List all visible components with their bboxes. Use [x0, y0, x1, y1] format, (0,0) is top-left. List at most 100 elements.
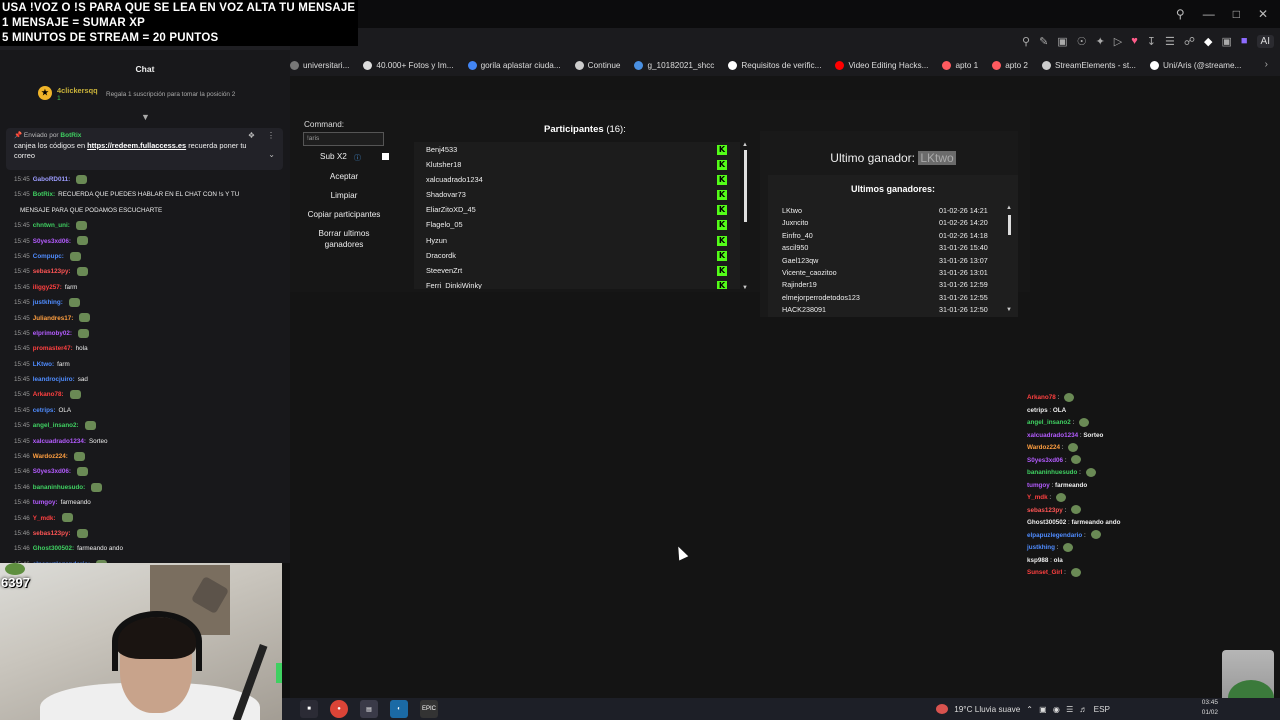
cube-icon[interactable]: ▣ [1221, 35, 1231, 48]
participant-row[interactable]: Flagelo_05 K [414, 217, 740, 232]
chevron-down-icon[interactable]: ▼ [141, 112, 150, 122]
more-icon[interactable]: ⋮ [267, 131, 275, 140]
message-user[interactable]: leandrocjuiro: [33, 376, 75, 383]
camera-icon[interactable]: ◉ [1053, 704, 1060, 714]
bookmark-item[interactable]: universitari... [290, 60, 349, 70]
message-user[interactable]: angel_insano2: [33, 422, 79, 429]
clear-button[interactable]: Limpiar [304, 190, 384, 201]
participant-row[interactable]: Dracordk K [414, 248, 740, 263]
message-user[interactable]: Y_mdk: [33, 515, 56, 522]
edit-icon[interactable]: ✎ [1039, 35, 1048, 48]
winner-row[interactable]: ascil950 31-01-26 15:40 [782, 242, 1006, 254]
unpin-icon[interactable]: ❖ [248, 131, 255, 140]
epic-games-icon[interactable]: EPIC [420, 700, 438, 718]
message-user[interactable]: cetrips: [33, 407, 56, 414]
message-user[interactable]: sebas123py: [33, 268, 71, 275]
network-icon[interactable]: ▣ [1039, 704, 1047, 714]
chevron-up-icon[interactable]: ⌃ [1026, 704, 1033, 714]
message-user[interactable]: elprimoby02: [33, 330, 72, 337]
extension-icon[interactable]: ✦ [1096, 35, 1105, 48]
wifi-icon[interactable]: ☰ [1066, 704, 1073, 714]
winner-row[interactable]: LKtwo 01-02-26 14:21 [782, 205, 1006, 217]
bookmark-item[interactable]: apto 1 [942, 60, 978, 70]
lang-indicator[interactable]: ESP [1094, 705, 1110, 714]
hype-leaderboard[interactable]: ★ 4clickersqq 1 Regala 1 suscripción par… [0, 82, 290, 112]
message-user[interactable]: xalcuadrado1234: [33, 438, 86, 445]
message-user[interactable]: Wardoz224: [33, 453, 68, 460]
copy-participants-button[interactable]: Copiar participantes [304, 209, 384, 220]
scroll-down-icon[interactable]: ▼ [742, 285, 748, 291]
bookmark-item[interactable]: Requisitos de verific... [728, 60, 821, 70]
message-user[interactable]: sebas123py: [33, 530, 71, 537]
message-user[interactable]: S0yes3xd06: [33, 468, 71, 475]
download-icon[interactable]: ↧ [1147, 35, 1156, 48]
scroll-thumb[interactable] [744, 150, 747, 222]
bookmark-item[interactable]: Video Editing Hacks... [835, 60, 928, 70]
bookmark-item[interactable]: Uni/Aris (@streame... [1149, 60, 1241, 70]
participants-scrollbar[interactable]: ▲ ▼ [742, 142, 750, 291]
store-icon[interactable]: ▤ [360, 700, 378, 718]
winner-row[interactable]: HACK238091 31-01-26 12:50 [782, 304, 1006, 316]
message-user[interactable]: bananinhuesudo: [33, 484, 85, 491]
scroll-up-icon[interactable]: ▲ [1006, 205, 1012, 211]
message-user[interactable]: Ghost300502: [33, 545, 74, 552]
scroll-thumb[interactable] [1008, 215, 1011, 235]
message-user[interactable]: Arkano78: [33, 391, 64, 398]
winner-row[interactable]: Vicente_caozitoo 31-01-26 13:01 [782, 267, 1006, 279]
winner-row[interactable]: Rajinder19 31-01-26 12:59 [782, 279, 1006, 291]
message-user[interactable]: Juliandres17: [33, 315, 74, 322]
screenshot-icon[interactable]: ▣ [1057, 35, 1067, 48]
bookmark-item[interactable]: Continue [574, 60, 620, 70]
clock[interactable]: 03:45 01/02 [1202, 698, 1218, 718]
heart-icon[interactable]: ♥ [1131, 35, 1138, 47]
bookmark-item[interactable]: apto 2 [992, 60, 1028, 70]
menu-icon[interactable]: ☰ [1165, 35, 1175, 48]
winner-row[interactable]: Einfro_40 01-02-26 14:18 [782, 230, 1006, 242]
scroll-up-icon[interactable]: ▲ [742, 142, 748, 148]
weather-text[interactable]: 19°C Lluvia suave [954, 705, 1020, 714]
winner-row[interactable]: Gael123qw 31-01-26 13:07 [782, 255, 1006, 267]
participant-row[interactable]: Benj4533 K [414, 142, 740, 157]
winners-scrollbar[interactable]: ▲ ▼ [1006, 205, 1014, 313]
message-user[interactable]: chntwn_uni: [33, 222, 70, 229]
sub-x2-toggle[interactable]: Sub X2 ⓘ [304, 152, 389, 163]
search-icon[interactable]: ⚲ [1176, 7, 1185, 21]
winner-row[interactable]: Juxncito 01-02-26 14:20 [782, 217, 1006, 229]
minimize-button[interactable]: — [1203, 7, 1215, 21]
participant-row[interactable]: EliarZitoXD_45 K [414, 202, 740, 217]
sub-x2-checkbox[interactable] [382, 153, 389, 160]
message-user[interactable]: LKtwo: [33, 361, 54, 368]
diamond-icon[interactable]: ◆ [1204, 35, 1212, 48]
message-user[interactable]: iliggy257: [33, 284, 62, 291]
lock-icon[interactable]: ☍ [1184, 35, 1195, 48]
participant-row[interactable]: Ferri_DinkiWinky K [414, 278, 740, 289]
participant-row[interactable]: Shadovar73 K [414, 187, 740, 202]
message-user[interactable]: tumgoy: [33, 499, 58, 506]
info-icon[interactable]: ⓘ [354, 153, 361, 163]
winners-list[interactable]: LKtwo 01-02-26 14:21 Juxncito 01-02-26 14:2… [782, 205, 1006, 317]
participants-list[interactable]: Benj4533 K Klutsher18 Kxalcuadrado1234 K Shad… [414, 142, 740, 289]
zoom-icon[interactable]: ⚲ [1022, 35, 1030, 48]
app-icon[interactable]: ■ [300, 700, 318, 718]
bookmark-item[interactable]: gorila aplastar ciuda... [467, 60, 561, 70]
participant-row[interactable]: Hyzun K [414, 233, 740, 248]
maximize-button[interactable]: □ [1233, 7, 1240, 21]
bookmark-item[interactable]: g_10182021_shcc [634, 60, 714, 70]
message-user[interactable]: promaster47: [33, 345, 73, 352]
purple-extension-icon[interactable]: ■ [1241, 35, 1248, 47]
participant-row[interactable]: xalcuadrado1234 K [414, 172, 740, 187]
chevron-down-icon[interactable]: ⌄ [268, 150, 275, 159]
bookmark-item[interactable]: 40.000+ Fotos y Im... [363, 60, 454, 70]
message-user[interactable]: S0yes3xd06: [33, 238, 71, 245]
volume-icon[interactable]: ♬ [1079, 705, 1087, 714]
winner-row[interactable]: elmejorperrodetodos123 31-01-26 12:55 [782, 292, 1006, 304]
chevron-right-icon[interactable]: › [1265, 59, 1268, 70]
redeem-link[interactable]: https://redeem.fullaccess.es [87, 141, 186, 150]
ai-button[interactable]: AI [1256, 34, 1274, 48]
scroll-down-icon[interactable]: ▼ [1006, 307, 1012, 313]
shield-icon[interactable]: ☉ [1077, 35, 1087, 48]
delete-winners-button[interactable]: Borrar ultimos ganadores [304, 228, 384, 250]
play-icon[interactable]: ▷ [1114, 35, 1122, 48]
chrome-icon[interactable]: ● [330, 700, 348, 718]
steam-icon[interactable]: ◐ [390, 700, 408, 718]
